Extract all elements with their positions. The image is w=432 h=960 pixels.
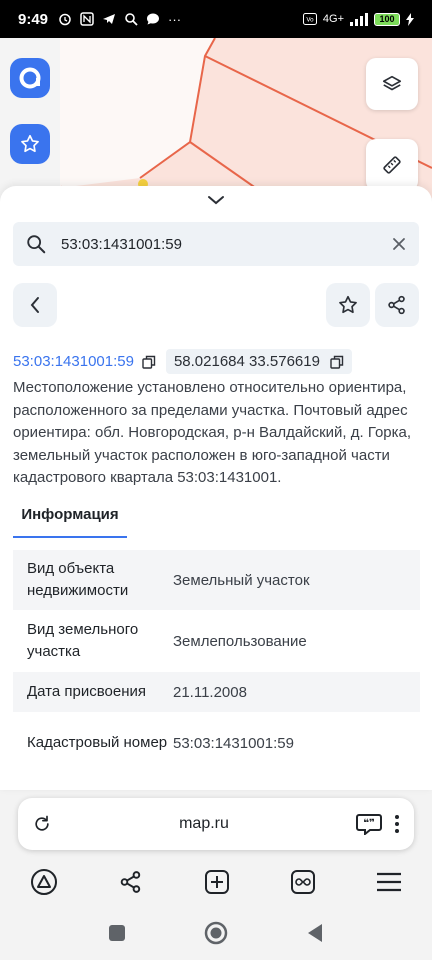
tabs-icon[interactable]: [290, 869, 316, 895]
chevron-left-icon: [30, 297, 39, 313]
home-browser-icon[interactable]: [30, 868, 58, 896]
hamburger-menu-icon[interactable]: [376, 872, 402, 892]
home-icon[interactable]: [204, 921, 228, 945]
browser-bottom-nav: [0, 858, 432, 906]
clear-icon[interactable]: [391, 236, 407, 252]
info-row-label: Вид объекта недвижимости: [27, 560, 129, 599]
parcel-description: Местоположение установлено относительно …: [13, 379, 412, 486]
info-row-value: 53:03:1431001:59: [173, 734, 294, 752]
ruler-icon: [383, 156, 401, 174]
app-logo-icon: [19, 67, 41, 89]
info-row-label: Вид земельного участка: [27, 621, 139, 660]
new-tab-icon[interactable]: [204, 869, 230, 895]
info-row: Вид земельного участка Землепользование: [13, 610, 420, 672]
search-icon: [27, 235, 46, 254]
star-icon: [21, 134, 39, 153]
status-notification-icons: ···: [58, 12, 181, 27]
chevron-down-icon: [208, 196, 224, 205]
battery-level: 100: [379, 14, 395, 24]
nfc-icon: [80, 12, 94, 26]
share-page-icon[interactable]: [118, 869, 144, 895]
reload-icon[interactable]: [32, 814, 52, 834]
info-row-value: 21.11.2008: [173, 683, 247, 701]
favorites-button[interactable]: [10, 124, 50, 164]
more-notifications-icon: ···: [168, 11, 182, 27]
cadastral-number-link[interactable]: 53:03:1431001:59: [13, 353, 156, 370]
telegram-icon: [103, 14, 116, 24]
info-row-value: Землепользование: [173, 632, 307, 650]
back-nav-icon[interactable]: [306, 923, 324, 943]
parcel-info-sheet: 53:03:1431001:59 53:03:1431001:59 58.021…: [0, 186, 432, 790]
cadastral-number-text: 53:03:1431001:59: [13, 353, 134, 370]
star-outline-icon: [339, 295, 357, 314]
search-input[interactable]: 53:03:1431001:59: [61, 236, 391, 253]
copy-coordinates-icon[interactable]: [330, 355, 344, 369]
url-text[interactable]: map.ru: [52, 815, 356, 833]
back-button[interactable]: [13, 283, 57, 327]
add-favorite-button[interactable]: [326, 283, 370, 327]
chat-icon[interactable]: ❝❞: [356, 813, 382, 835]
svg-text:Vo: Vo: [306, 17, 314, 24]
charging-icon: [406, 12, 414, 26]
search-field[interactable]: 53:03:1431001:59: [13, 222, 419, 266]
parcel-identifiers: 53:03:1431001:59 58.021684 33.576619: [13, 349, 352, 374]
layers-icon: [382, 75, 402, 91]
recents-icon[interactable]: [108, 924, 126, 942]
status-bar: 9:49 ··· Vo 4G+ 100: [0, 0, 432, 38]
message-icon: [147, 13, 160, 25]
app-logo-button[interactable]: [10, 58, 50, 98]
info-row-value: Земельный участок: [173, 571, 310, 589]
coordinates-text: 58.021684 33.576619: [173, 353, 320, 370]
network-type: 4G+: [322, 13, 344, 25]
tab-information[interactable]: Информация: [13, 502, 127, 538]
info-row: Кадастровый номер 53:03:1431001:59: [13, 712, 420, 774]
share-icon: [388, 295, 405, 315]
share-button[interactable]: [375, 283, 419, 327]
info-row: Дата присвоения 21.11.2008: [13, 672, 420, 712]
info-row-label: Дата присвоения: [27, 683, 146, 700]
search-status-icon: [125, 13, 138, 26]
signal-icon: [350, 12, 368, 26]
map-view[interactable]: [0, 38, 432, 198]
system-nav-bar: [0, 906, 432, 960]
browser-url-bar[interactable]: map.ru ❝❞: [18, 798, 414, 850]
tab-information-label: Информация: [21, 506, 119, 523]
svg-text:❝❞: ❝❞: [363, 818, 375, 829]
info-row: Вид объекта недвижимости Земельный участ…: [13, 550, 420, 610]
volte-icon: Vo: [302, 13, 317, 25]
ruler-button[interactable]: [366, 139, 418, 191]
alarm-icon: [59, 13, 71, 26]
layers-button[interactable]: [366, 58, 418, 110]
collapse-sheet-button[interactable]: [204, 192, 228, 208]
battery-indicator: 100: [374, 12, 400, 26]
status-system-icons: Vo 4G+ 100: [302, 12, 414, 26]
coordinates-chip[interactable]: 58.021684 33.576619: [165, 349, 352, 374]
info-table: Вид объекта недвижимости Земельный участ…: [13, 550, 420, 774]
status-time: 9:49: [18, 10, 49, 28]
info-row-label: Кадастровый номер: [27, 734, 168, 751]
more-vertical-icon[interactable]: [394, 814, 400, 834]
copy-icon[interactable]: [142, 355, 156, 369]
